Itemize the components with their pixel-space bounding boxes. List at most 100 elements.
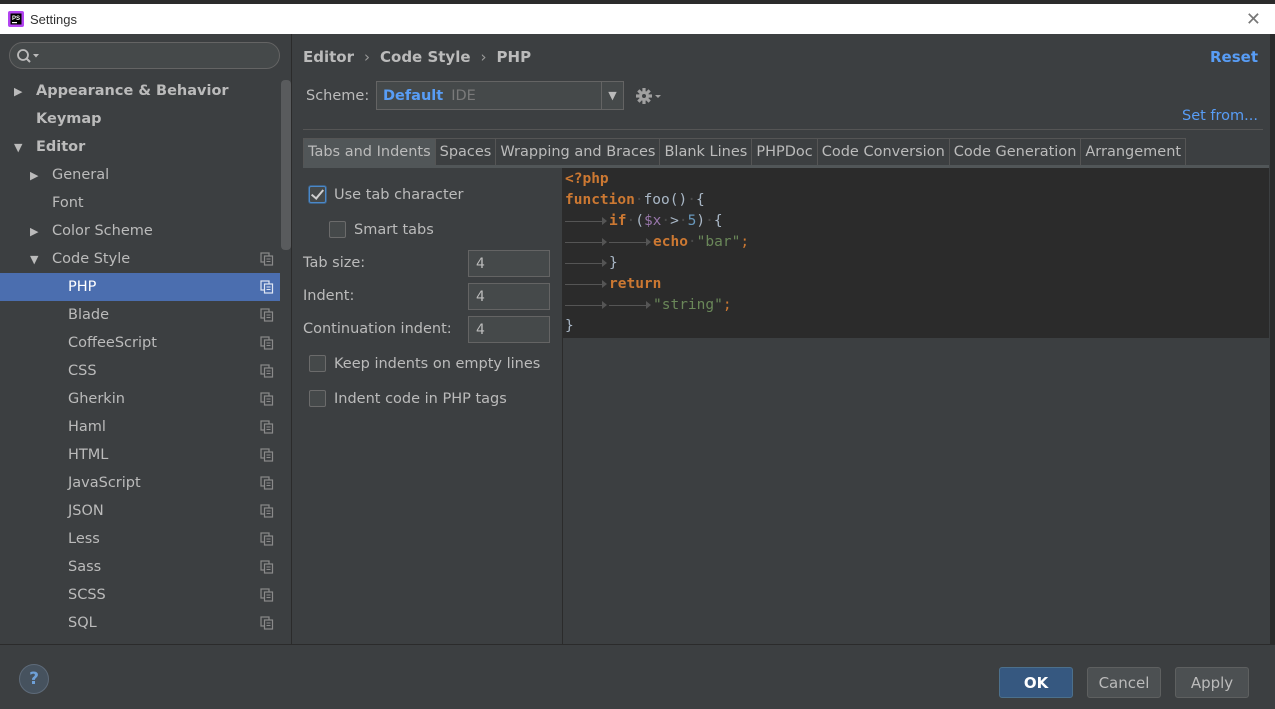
code-token: } <box>565 318 574 334</box>
code-token: "bar" <box>696 234 741 250</box>
tab-wrapping-and-braces[interactable]: Wrapping and Braces <box>495 138 661 165</box>
copy-settings-icon <box>260 532 274 546</box>
code-token: if <box>609 213 627 229</box>
sidebar-item-php[interactable]: PHP <box>0 273 280 301</box>
scheme-dropdown[interactable]: Default IDE ▼ <box>376 81 624 110</box>
breadcrumb: Editor › Code Style › PHP <box>303 48 531 66</box>
use-tab-character-label: Use tab character <box>334 186 464 203</box>
tab-blank-lines[interactable]: Blank Lines <box>659 138 753 165</box>
sidebar-item-label: SQL <box>68 615 97 631</box>
keep-indents-checkbox[interactable]: Keep indents on empty lines <box>309 355 540 372</box>
sidebar-item-editor[interactable]: ▼ Editor <box>0 133 280 161</box>
chevron-right-icon[interactable]: ▶ <box>14 85 26 98</box>
tab-code-generation[interactable]: Code Generation <box>948 138 1082 165</box>
sidebar-item-html[interactable]: HTML <box>0 441 280 469</box>
chevron-down-icon[interactable]: ▼ <box>601 82 623 109</box>
chevron-right-icon[interactable]: ▶ <box>30 169 42 182</box>
use-tab-character-checkbox[interactable]: Use tab character <box>309 186 464 203</box>
checkbox-unchecked[interactable] <box>309 355 326 372</box>
sidebar-item-font[interactable]: Font <box>0 189 280 217</box>
tab-size-label: Tab size: <box>303 255 366 271</box>
scheme-label: Scheme: <box>306 88 370 104</box>
scheme-name: Default <box>383 87 444 104</box>
sidebar-item-sql[interactable]: SQL <box>0 609 280 637</box>
sidebar-item-general[interactable]: ▶ General <box>0 161 280 189</box>
tab-marker-icon <box>565 253 609 274</box>
continuation-indent-input[interactable]: 4 <box>468 316 550 343</box>
sidebar-item-blade[interactable]: Blade <box>0 301 280 329</box>
checkbox-checked[interactable] <box>309 186 326 203</box>
reset-link[interactable]: Reset <box>1210 48 1258 66</box>
divider <box>303 129 1263 130</box>
title-bar: PS Settings ✕ <box>0 0 1275 34</box>
code-token: ( <box>635 213 644 229</box>
search-input[interactable] <box>9 42 280 69</box>
sidebar-item-sass[interactable]: Sass <box>0 553 280 581</box>
indent-input[interactable]: 4 <box>468 283 550 310</box>
tab-marker-icon <box>565 211 609 232</box>
set-from-link[interactable]: Set from... <box>1182 108 1258 124</box>
copy-settings-icon <box>260 420 274 434</box>
sidebar-item-label: Keymap <box>36 111 102 127</box>
sidebar-item-haml[interactable]: Haml <box>0 413 280 441</box>
tab-tabs-and-indents[interactable]: Tabs and Indents <box>303 138 436 165</box>
code-line: function·foo()·{ <box>565 192 705 208</box>
tab-marker-icon <box>609 295 653 316</box>
sidebar-scrollbar[interactable] <box>281 80 291 250</box>
sidebar-item-keymap[interactable]: Keymap <box>0 105 280 133</box>
sidebar-item-label: Font <box>52 195 84 211</box>
code-token: $x <box>643 213 662 229</box>
code-line: if·($x·>·5)·{ <box>563 211 1269 232</box>
sidebar-item-javascript[interactable]: JavaScript <box>0 469 280 497</box>
tab-code-conversion[interactable]: Code Conversion <box>816 138 950 165</box>
code-style-tabs: Tabs and Indents Spaces Wrapping and Brace… <box>303 138 1187 165</box>
close-icon[interactable]: ✕ <box>1246 9 1261 30</box>
tab-spaces[interactable]: Spaces <box>434 138 497 165</box>
indent-php-tags-checkbox[interactable]: Indent code in PHP tags <box>309 390 507 407</box>
sidebar-item-label: CoffeeScript <box>68 335 157 351</box>
chevron-down-icon[interactable]: ▼ <box>14 141 26 154</box>
gear-icon[interactable] <box>635 86 663 106</box>
help-button[interactable]: ? <box>19 664 49 694</box>
checkbox-unchecked[interactable] <box>329 221 346 238</box>
sidebar-item-less[interactable]: Less <box>0 525 280 553</box>
tab-marker-icon <box>565 274 609 295</box>
sidebar-item-gherkin[interactable]: Gherkin <box>0 385 280 413</box>
cancel-button[interactable]: Cancel <box>1087 667 1161 698</box>
smart-tabs-label: Smart tabs <box>354 221 434 238</box>
sidebar-item-scss[interactable]: SCSS <box>0 581 280 609</box>
settings-tree: ▶ Appearance & Behavior Keymap ▼ Editor ▶ Gene… <box>0 77 280 637</box>
sidebar-item-code-style[interactable]: ▼ Code Style <box>0 245 280 273</box>
breadcrumb-php: PHP <box>496 48 532 66</box>
sidebar-item-label: Gherkin <box>68 391 125 407</box>
code-line: "string"; <box>563 295 1269 316</box>
code-token: echo <box>653 234 688 250</box>
sidebar-item-label: HTML <box>68 447 109 463</box>
tab-phpdoc[interactable]: PHPDoc <box>751 138 818 165</box>
tab-size-input[interactable]: 4 <box>468 250 550 277</box>
code-token: () <box>669 192 688 208</box>
copy-settings-icon <box>260 280 274 294</box>
ok-button[interactable]: OK <box>999 667 1073 698</box>
sidebar-item-color-scheme[interactable]: ▶ Color Scheme <box>0 217 280 245</box>
sidebar-item-label: Code Style <box>52 251 131 267</box>
sidebar-item-css[interactable]: CSS <box>0 357 280 385</box>
code-token: { <box>713 213 723 229</box>
indent-label: Indent: <box>303 288 355 304</box>
smart-tabs-checkbox[interactable]: Smart tabs <box>329 221 434 238</box>
chevron-right-icon[interactable]: ▶ <box>30 225 42 238</box>
sidebar-item-coffeescript[interactable]: CoffeeScript <box>0 329 280 357</box>
chevron-down-icon[interactable]: ▼ <box>30 253 42 266</box>
sidebar-item-json[interactable]: JSON <box>0 497 280 525</box>
checkbox-unchecked[interactable] <box>309 390 326 407</box>
sidebar-item-appearance-behavior[interactable]: ▶ Appearance & Behavior <box>0 77 280 105</box>
code-preview[interactable]: <?php function·foo()·{ if·($x·>·5)·{ ech… <box>563 168 1269 338</box>
sidebar-item-label: Sass <box>68 559 102 575</box>
continuation-indent-label: Continuation indent: <box>303 321 452 337</box>
window-title: Settings <box>30 11 77 27</box>
code-token: ; <box>740 234 750 250</box>
copy-settings-icon <box>260 308 274 322</box>
sidebar-item-label: SCSS <box>68 587 106 603</box>
tab-arrangement[interactable]: Arrangement <box>1080 138 1187 165</box>
apply-button[interactable]: Apply <box>1175 667 1249 698</box>
